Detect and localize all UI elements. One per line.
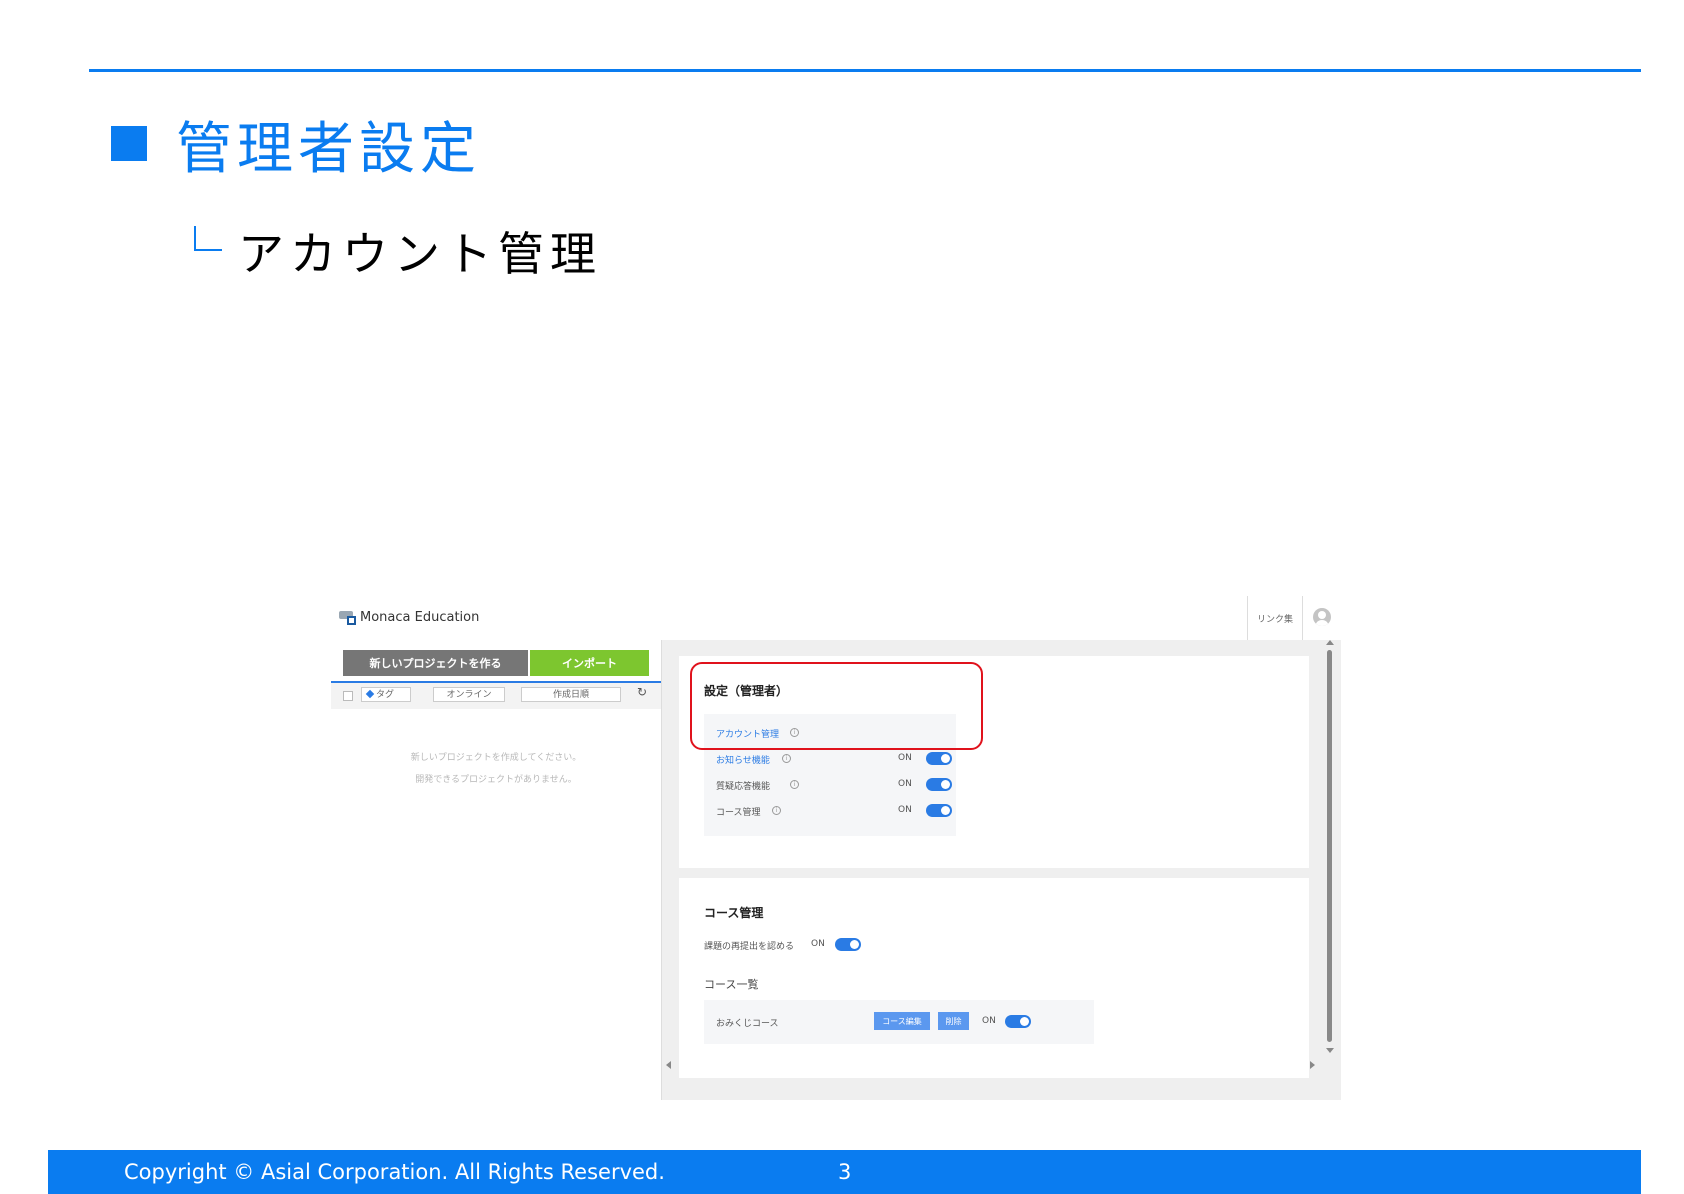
qa-toggle[interactable] <box>926 778 952 791</box>
page-number: 3 <box>838 1160 852 1184</box>
notice-feature-link[interactable]: お知らせ機能 <box>716 753 770 766</box>
scroll-right-icon[interactable] <box>1310 1061 1315 1069</box>
course-delete-button[interactable]: 削除 <box>938 1012 969 1030</box>
scroll-thumb[interactable] <box>1327 650 1332 1042</box>
empty-message: 新しいプロジェクトを作成してください。 <box>410 753 582 763</box>
notice-toggle[interactable] <box>926 752 952 765</box>
filter-bar: タグ オンライン 作成日順 ↻ <box>331 681 661 709</box>
sort-select[interactable]: 作成日順 <box>521 687 621 702</box>
course-list-title: コース一覧 <box>704 978 759 991</box>
course-edit-button[interactable]: コース編集 <box>874 1012 930 1030</box>
setting-row-qa: 質疑応答機能 i ON <box>716 776 956 796</box>
monaca-logo-icon <box>339 611 357 625</box>
info-icon[interactable]: i <box>782 754 791 763</box>
resubmit-label: 課題の再提出を認める <box>704 942 795 952</box>
slide-subtitle: アカウント管理 <box>238 227 602 281</box>
horizontal-scrollbar[interactable] <box>662 1060 1322 1070</box>
brand[interactable]: Monaca Education <box>339 610 479 625</box>
info-icon[interactable]: i <box>772 806 781 815</box>
course-management-title: コース管理 <box>704 906 764 920</box>
title-bullet-square <box>111 126 147 161</box>
footer-bar: Copyright © Asial Corporation. All Right… <box>48 1150 1641 1194</box>
highlight-annotation <box>690 662 983 750</box>
refresh-icon[interactable]: ↻ <box>637 685 647 699</box>
resubmit-state: ON <box>811 939 825 949</box>
tag-filter[interactable]: タグ <box>361 687 411 702</box>
footer-copyright: Copyright © Asial Corporation. All Right… <box>124 1160 665 1184</box>
resubmit-toggle[interactable] <box>835 938 861 951</box>
empty-message-2: 開発できるプロジェクトがありません。 <box>415 775 577 785</box>
state-label: ON <box>898 805 912 815</box>
setting-row-course: コース管理 i ON <box>716 802 956 822</box>
new-project-button[interactable]: 新しいプロジェクトを作る <box>343 650 528 676</box>
slide-title: 管理者設定 <box>176 117 481 182</box>
online-filter[interactable]: オンライン <box>433 687 505 702</box>
scroll-left-icon[interactable] <box>666 1061 671 1069</box>
course-name: おみくじコース <box>716 1019 779 1029</box>
scroll-down-icon[interactable] <box>1326 1048 1334 1053</box>
brand-name: Monaca Education <box>360 610 480 625</box>
top-rule <box>89 69 1641 72</box>
sub-corner-icon <box>194 226 222 251</box>
import-button[interactable]: インポート <box>530 650 649 676</box>
scroll-up-icon[interactable] <box>1326 640 1334 645</box>
state-label: ON <box>898 779 912 789</box>
course-management-card: コース管理 課題の再提出を認める ON コース一覧 おみくじコース コース編集 … <box>679 878 1309 1078</box>
course-management-label: コース管理 <box>716 808 761 818</box>
tag-icon <box>365 689 375 699</box>
info-icon[interactable]: i <box>790 780 799 789</box>
state-label: ON <box>898 753 912 763</box>
links-menu[interactable]: リンク集 <box>1247 596 1303 640</box>
user-avatar-icon[interactable] <box>1313 608 1331 626</box>
vertical-scrollbar[interactable] <box>1325 640 1335 1056</box>
app-header: Monaca Education リンク集 <box>331 596 1341 640</box>
select-all-checkbox[interactable] <box>343 691 353 701</box>
course-toggle[interactable] <box>926 804 952 817</box>
setting-row-notice: お知らせ機能 i ON <box>716 750 956 770</box>
course-state: ON <box>982 1016 996 1026</box>
project-list-pane: 新しいプロジェクトを作る インポート タグ オンライン 作成日順 ↻ 新しいプロ… <box>331 640 662 1100</box>
course-item-toggle[interactable] <box>1005 1015 1031 1028</box>
course-list-item: おみくじコース コース編集 削除 ON <box>704 1000 1094 1044</box>
qa-feature-label: 質疑応答機能 <box>716 782 771 792</box>
